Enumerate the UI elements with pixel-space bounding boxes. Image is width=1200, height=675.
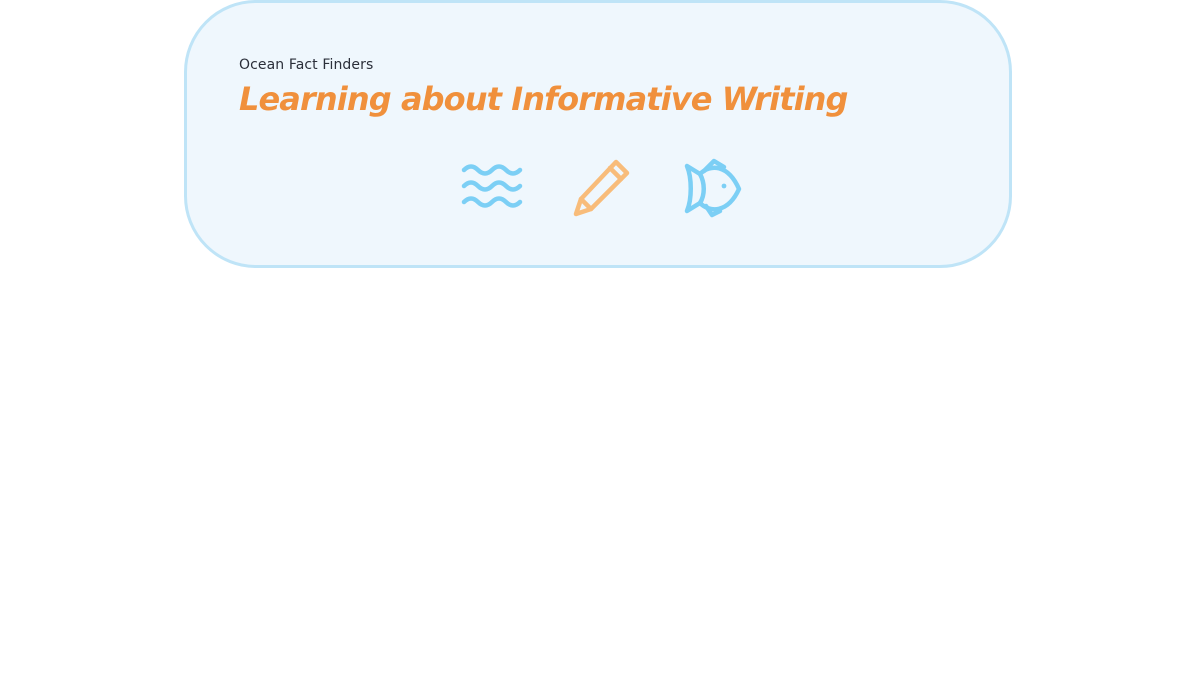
page: Ocean Fact Finders Learning about Inform… bbox=[0, 0, 1200, 675]
banner-title: Learning about Informative Writing bbox=[239, 80, 848, 118]
pencil-icon bbox=[568, 153, 638, 223]
banner-subtitle: Ocean Fact Finders bbox=[239, 57, 374, 73]
waves-icon bbox=[459, 153, 529, 223]
icon-row bbox=[187, 153, 1015, 223]
fish-icon bbox=[676, 153, 746, 223]
banner-card: Ocean Fact Finders Learning about Inform… bbox=[184, 0, 1012, 268]
